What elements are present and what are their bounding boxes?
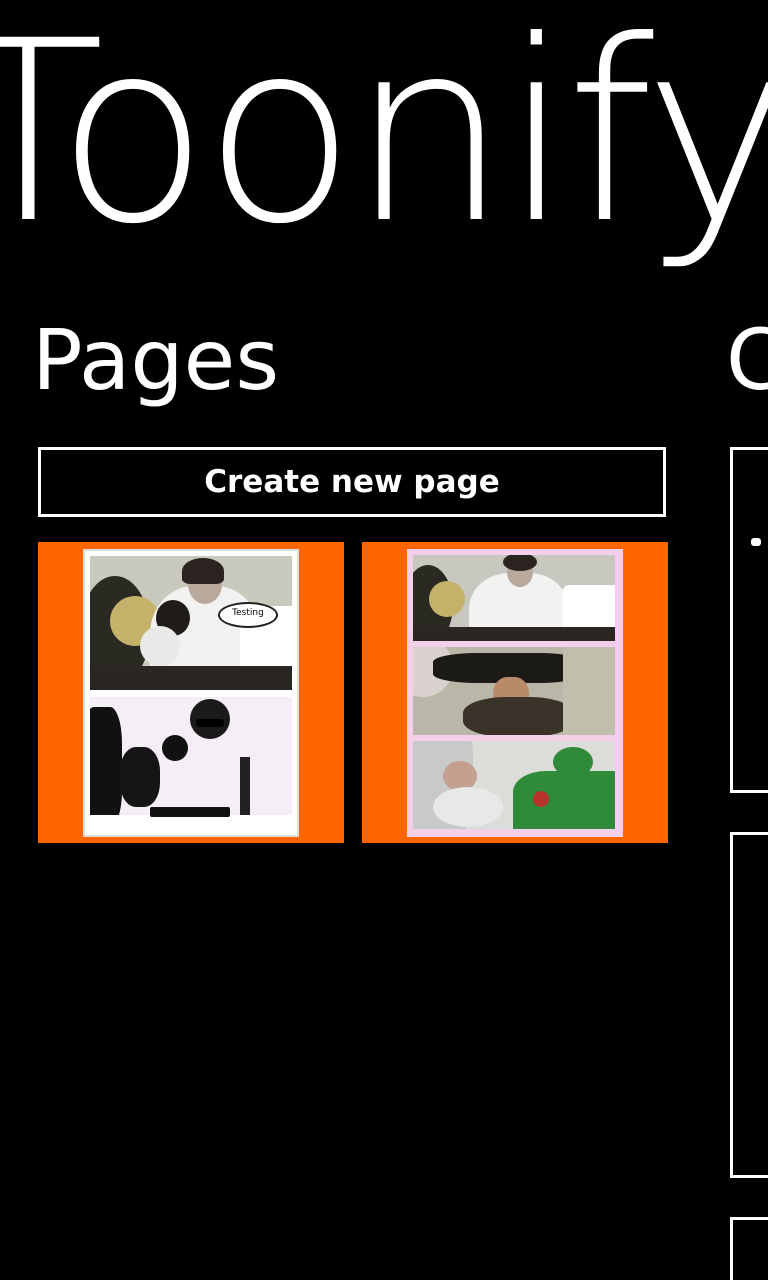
app-title: Toonify [0, 0, 768, 278]
page-thumbnail-2[interactable] [362, 542, 668, 843]
create-new-page-button[interactable]: Create new page [38, 447, 666, 517]
comic-panel-photo [413, 647, 615, 735]
page-thumbnail-1[interactable]: Testing [38, 542, 344, 843]
next-section-card[interactable] [730, 832, 768, 1178]
comic-panel-photo [90, 697, 292, 831]
app-screen: Toonify Pages C Create new page Testing [0, 0, 768, 1280]
section-header-pages[interactable]: Pages [32, 318, 279, 402]
comic-page-sheet [407, 549, 623, 837]
next-section-card[interactable] [730, 447, 768, 793]
comic-panel-photo [413, 741, 615, 829]
comic-panel-photo [413, 555, 615, 641]
comic-panel-photo: Testing [90, 556, 292, 690]
card-thumbnail-mark [751, 538, 761, 546]
speech-bubble: Testing [218, 602, 278, 628]
comic-page-sheet: Testing [83, 549, 299, 837]
next-section-card[interactable] [730, 1217, 768, 1280]
section-header-next[interactable]: C [726, 318, 768, 402]
